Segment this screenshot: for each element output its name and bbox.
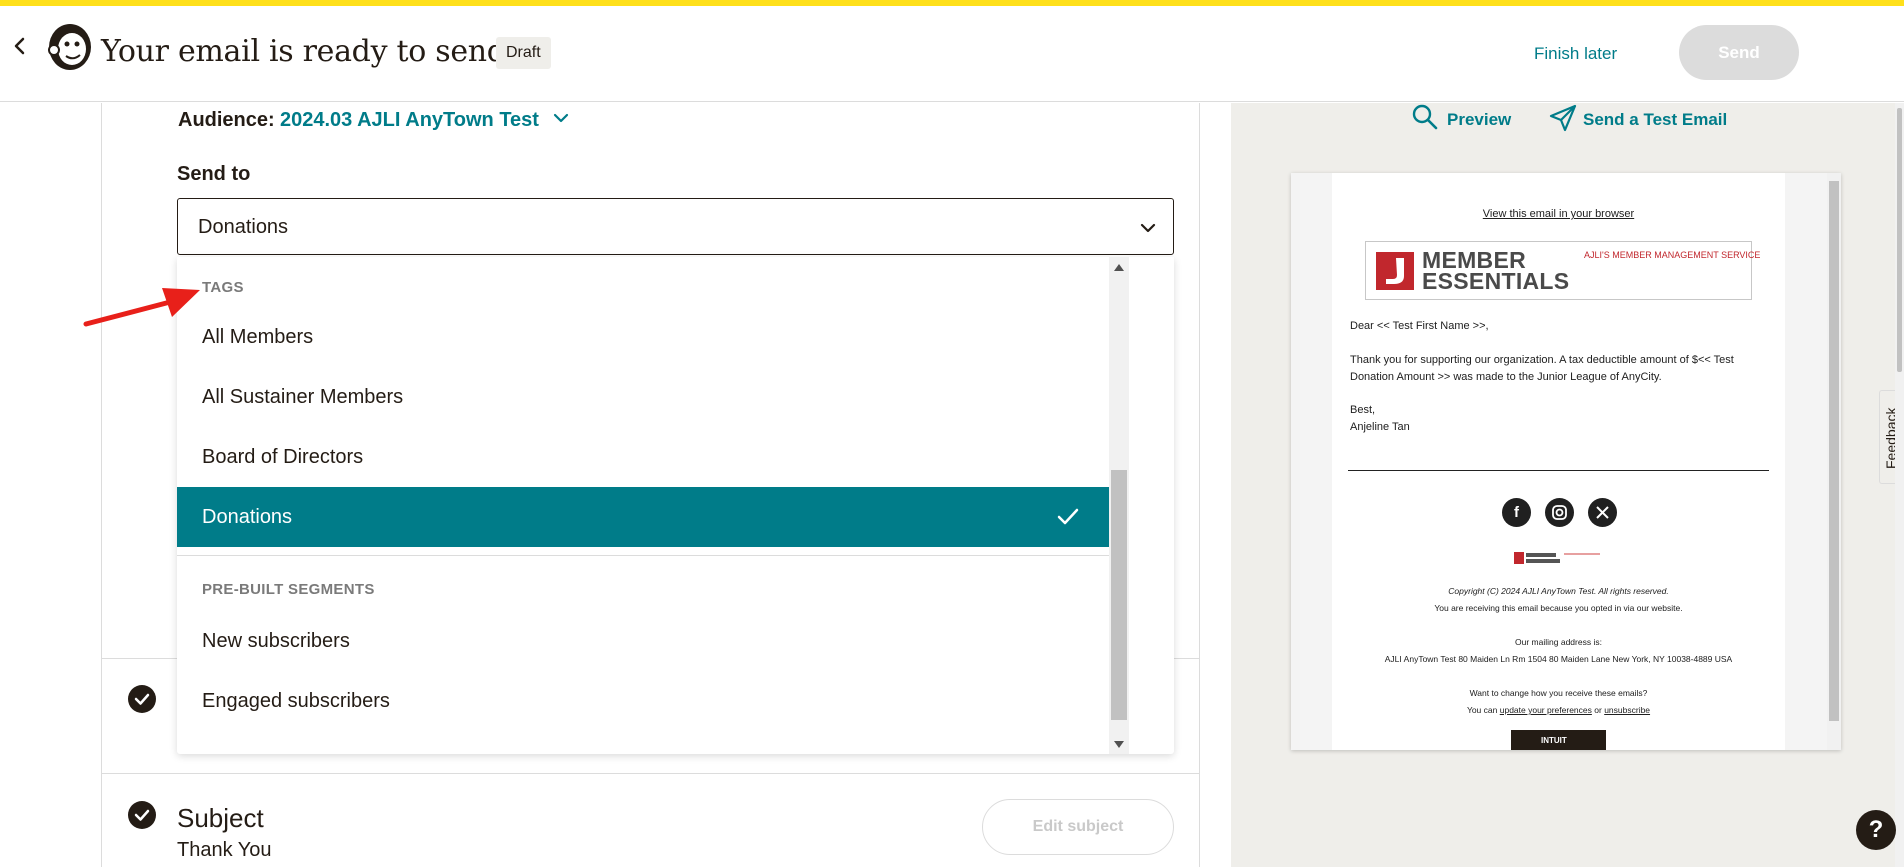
email-body-line: Thank you for supporting our organizatio… — [1350, 354, 1734, 366]
dropdown-separator — [177, 555, 1109, 556]
email-copyright: Copyright (C) 2024 AJLI AnyTown Test. Al… — [1448, 586, 1669, 596]
section-divider — [101, 773, 1200, 774]
member-essentials-mini-logo-icon — [1514, 552, 1600, 564]
facebook-icon[interactable]: f — [1502, 498, 1531, 527]
dropdown-option[interactable]: All Members — [177, 307, 1109, 367]
email-body: View this email in your browser MEMBER E… — [1332, 173, 1785, 750]
page-scrollbar-thumb[interactable] — [1897, 108, 1902, 372]
dropdown-scrollbar-thumb[interactable] — [1111, 470, 1127, 720]
scroll-down-arrow-icon[interactable] — [1114, 741, 1124, 749]
send-to-dropdown-menu: TAGS All Members All Sustainer Members B… — [177, 257, 1174, 754]
annotation-arrow-icon — [83, 288, 200, 327]
send-to-selected-value: Donations — [198, 216, 289, 238]
email-divider — [1348, 470, 1769, 471]
send-paper-plane-icon[interactable] — [1548, 103, 1578, 133]
send-to-label: Send to — [177, 163, 251, 185]
checkmark-complete-icon — [128, 685, 156, 713]
edit-subject-button[interactable]: Edit subject — [982, 799, 1174, 855]
back-chevron-icon[interactable] — [8, 34, 32, 58]
audience-selector[interactable]: 2024.03 AJLI AnyTown Test — [280, 109, 539, 132]
check-icon — [1057, 508, 1079, 525]
send-button[interactable]: Send — [1679, 25, 1799, 80]
email-mailing-address: AJLI AnyTown Test 80 Maiden Ln Rm 1504 8… — [1384, 654, 1733, 664]
send-test-email-link[interactable]: Send a Test Email — [1583, 110, 1727, 130]
audience-label: Audience: — [178, 109, 275, 131]
dropdown-option-label: Donations — [202, 506, 293, 528]
scroll-up-arrow-icon[interactable] — [1114, 263, 1124, 271]
dropdown-option[interactable]: New subscribers — [177, 611, 1109, 671]
email-header-logo: MEMBER ESSENTIALS AJLI'S MEMBER MANAGEME… — [1365, 241, 1760, 300]
preview-link[interactable]: Preview — [1447, 110, 1511, 130]
send-to-select[interactable]: Donations — [177, 198, 1174, 255]
subject-value: Thank You — [177, 839, 272, 861]
email-preferences-line: You can update your preferences or unsub… — [1466, 705, 1651, 715]
checkmark-complete-icon — [128, 801, 156, 829]
dropdown-option-selected[interactable]: Donations — [177, 487, 1109, 547]
email-preview-frame[interactable]: View this email in your browser MEMBER E… — [1291, 173, 1841, 750]
instagram-icon[interactable] — [1545, 498, 1574, 527]
status-badge: Draft — [496, 37, 551, 69]
x-twitter-icon[interactable] — [1588, 498, 1617, 527]
dropdown-option[interactable]: Engaged subscribers — [177, 671, 1109, 731]
dropdown-group-heading: PRE-BUILT SEGMENTS — [202, 581, 375, 598]
junior-league-logo-icon — [1376, 252, 1414, 290]
dropdown-group-heading: TAGS — [202, 279, 244, 296]
email-change-question: Want to change how you receive these ema… — [1469, 688, 1648, 698]
chevron-down-icon — [1140, 223, 1156, 233]
dropdown-option[interactable]: Board of Directors — [177, 427, 1109, 487]
dropdown-option[interactable]: All Sustainer Members — [177, 367, 1109, 427]
finish-later-link[interactable]: Finish later — [1534, 44, 1617, 64]
email-logo-tagline: AJLI'S MEMBER MANAGEMENT SERVICE — [1584, 250, 1761, 260]
email-mailing-label: Our mailing address is: — [1515, 637, 1602, 647]
preview-scrollbar-thumb[interactable] — [1829, 181, 1839, 721]
search-icon[interactable] — [1411, 103, 1439, 131]
email-body-line: Donation Amount >> was made to the Junio… — [1350, 371, 1662, 383]
update-preferences-link[interactable]: update your preferences — [1500, 705, 1592, 715]
email-greeting: Dear << Test First Name >>, — [1350, 320, 1489, 332]
mailchimp-badge[interactable]: INTUIT mailchimp — [1511, 730, 1606, 750]
email-signature: Anjeline Tan — [1350, 421, 1410, 433]
mailchimp-logo-icon — [48, 24, 91, 70]
email-logo-title: MEMBER ESSENTIALS — [1422, 247, 1570, 294]
email-closing: Best, — [1350, 404, 1376, 416]
view-in-browser-link[interactable]: View this email in your browser — [1332, 208, 1785, 220]
chevron-down-icon[interactable] — [552, 109, 570, 127]
page-title: Your email is ready to send! — [101, 34, 518, 69]
unsubscribe-link[interactable]: unsubscribe — [1604, 705, 1650, 715]
subject-heading: Subject — [177, 803, 264, 833]
help-button[interactable]: ? — [1856, 810, 1896, 850]
email-optin-text: You are receiving this email because you… — [1434, 603, 1683, 613]
